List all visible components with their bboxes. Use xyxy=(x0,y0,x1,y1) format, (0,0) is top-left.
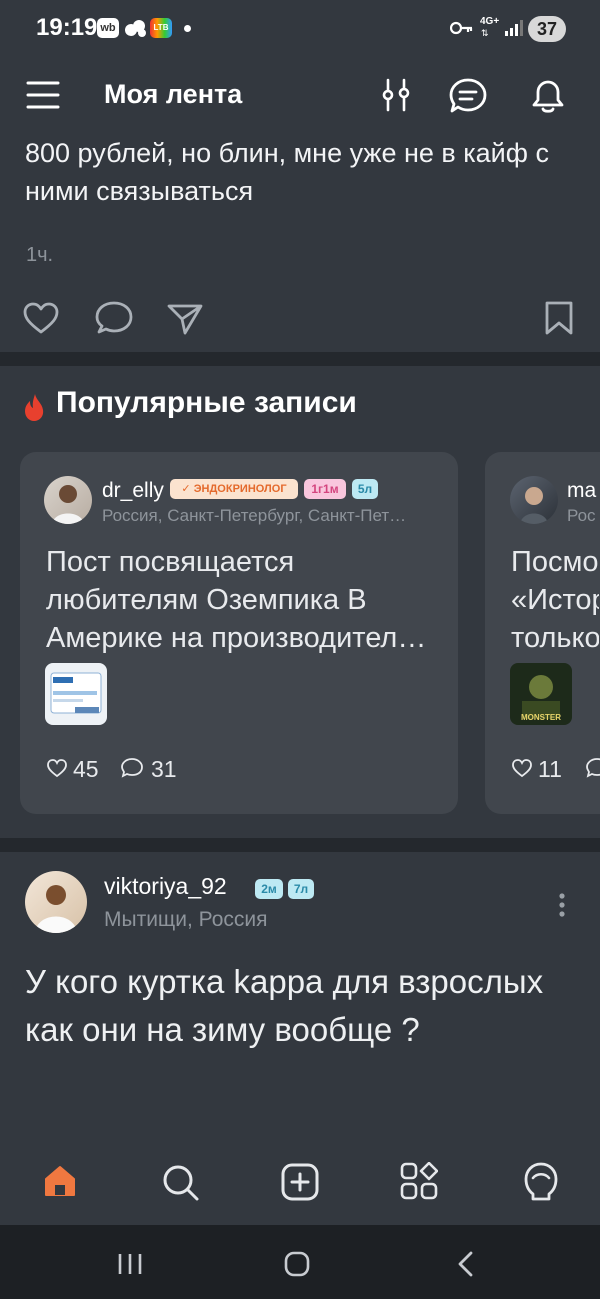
username[interactable]: dr_elly xyxy=(102,479,164,503)
vpn-key-icon xyxy=(450,20,474,36)
bookmark-icon[interactable] xyxy=(544,300,574,336)
location: Россия, Санкт-Петербург, Санкт-Пет… xyxy=(102,506,407,525)
status-bar: 19:19 wb LTB 4G+ ⇅ 37 xyxy=(0,0,600,56)
signal-icon xyxy=(505,20,523,36)
popular-card[interactable]: dr_elly ✓ ЭНДОКРИНОЛОГ 1г1м 5л Россия, С… xyxy=(20,452,458,814)
location: Рос xyxy=(567,506,596,525)
avatar[interactable] xyxy=(25,871,87,933)
post-time: 1ч. xyxy=(26,244,54,266)
filter-sliders-icon[interactable] xyxy=(379,77,415,113)
services-grid-icon[interactable] xyxy=(400,1162,438,1200)
comment-icon[interactable] xyxy=(120,757,144,779)
share-icon[interactable] xyxy=(166,302,204,336)
post-text: У кого куртка kappa для взрослых как они… xyxy=(25,963,544,1048)
like-icon[interactable] xyxy=(22,301,60,335)
card-text: Посмо «Истор только xyxy=(511,546,599,654)
child-age-badge: 5л xyxy=(352,479,378,499)
network-type: 4G+ xyxy=(480,16,500,27)
divider xyxy=(0,352,600,366)
chat-icon[interactable] xyxy=(447,76,489,116)
post-thumbnail[interactable]: MONSTER xyxy=(510,663,572,725)
search-icon[interactable] xyxy=(160,1162,200,1202)
comment-icon[interactable] xyxy=(585,757,600,779)
system-nav-bar xyxy=(0,1225,600,1299)
bottom-tab-bar xyxy=(0,1140,600,1225)
child-age-badge: 7л xyxy=(288,879,314,899)
add-post-icon[interactable] xyxy=(281,1163,319,1201)
battery-indicator: 37 xyxy=(528,16,566,42)
child-age-badge: 2м xyxy=(255,879,283,899)
thumb-label: MONSTER xyxy=(521,713,561,722)
home-nav-icon[interactable] xyxy=(284,1251,310,1277)
post-text: 800 рублей, но блин, мне уже не в кайф с… xyxy=(25,138,549,206)
status-time: 19:19 xyxy=(36,14,98,41)
back-icon[interactable] xyxy=(455,1251,475,1277)
avatar[interactable] xyxy=(44,476,92,524)
page-title: Моя лента xyxy=(104,79,243,109)
post-thumbnail[interactable] xyxy=(45,663,107,725)
avatar[interactable] xyxy=(510,476,558,524)
messenger-app-icon xyxy=(124,18,148,38)
like-icon[interactable] xyxy=(46,758,68,778)
home-icon[interactable] xyxy=(41,1162,79,1200)
divider xyxy=(0,838,600,852)
child-age-badge: 1г1м xyxy=(304,479,346,499)
username[interactable]: ma xyxy=(567,479,596,503)
comment-count: 31 xyxy=(151,756,177,782)
fire-icon xyxy=(22,392,48,422)
section-title: Популярные записи xyxy=(56,386,357,419)
like-count: 11 xyxy=(538,756,562,782)
recent-apps-icon[interactable] xyxy=(117,1252,143,1276)
notification-dot-icon xyxy=(184,25,191,32)
like-count: 45 xyxy=(73,756,99,782)
more-options-icon[interactable] xyxy=(558,892,566,920)
wb-app-icon: wb xyxy=(97,18,119,38)
bell-icon[interactable] xyxy=(528,76,568,116)
ltb-app-icon: LTB xyxy=(150,18,172,38)
menu-icon[interactable] xyxy=(26,80,60,110)
comment-icon[interactable] xyxy=(94,300,134,336)
location: Мытищи, Россия xyxy=(104,908,268,931)
popular-card[interactable]: ma Рос Посмо «Истор только MONSTER 11 xyxy=(485,452,600,814)
data-arrows-icon: ⇅ xyxy=(481,28,489,38)
username[interactable]: viktoriya_92 xyxy=(104,873,227,900)
role-badge: ✓ ЭНДОКРИНОЛОГ xyxy=(170,479,298,499)
card-text: Пост посвящается любителям Оземпика В Ам… xyxy=(46,546,427,654)
profile-icon[interactable] xyxy=(521,1161,561,1203)
like-icon[interactable] xyxy=(511,758,533,778)
